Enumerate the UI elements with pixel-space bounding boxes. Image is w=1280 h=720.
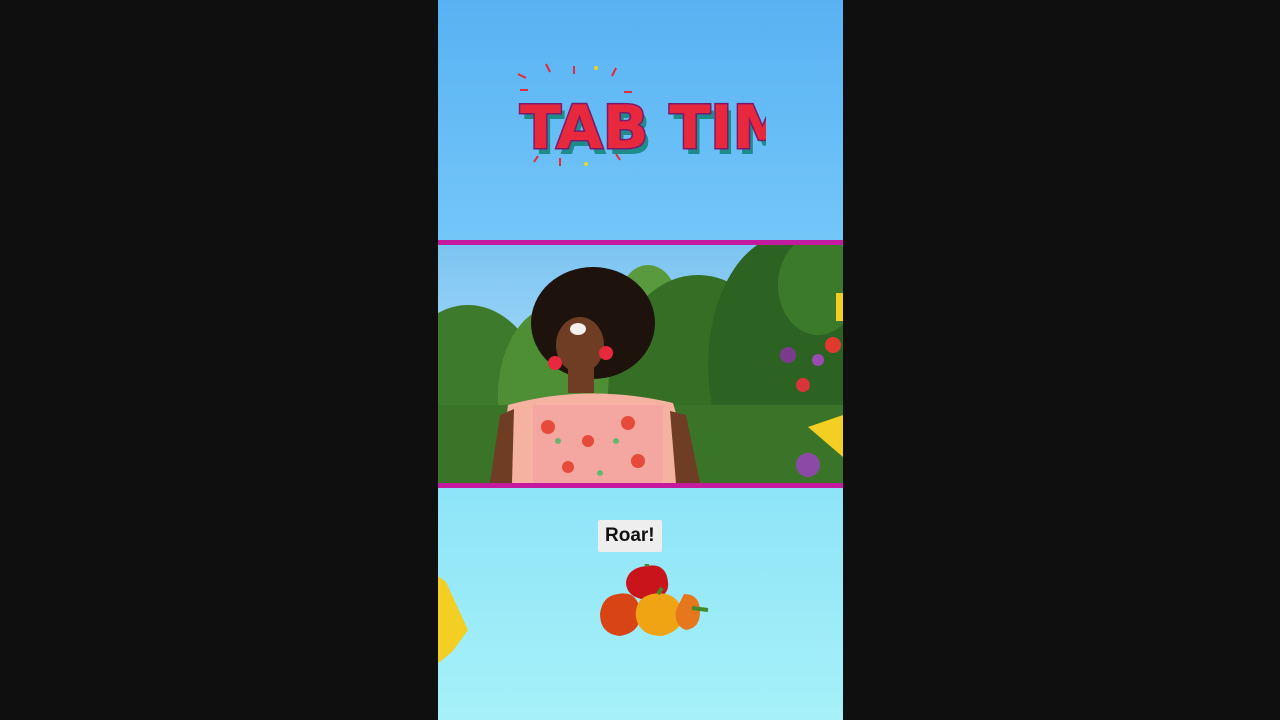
yellow-paper-shape-icon (438, 576, 468, 664)
player-backdrop: TAB TIME TAB TIME (0, 0, 1280, 720)
tab-time-logo: TAB TIME TAB TIME (516, 62, 837, 182)
bell-peppers-icon (600, 564, 709, 636)
video-frame[interactable]: TAB TIME TAB TIME (438, 0, 843, 720)
caption-label: Roar! (598, 520, 662, 552)
logo-title: TAB TIME (520, 93, 766, 163)
title-area: TAB TIME TAB TIME (438, 0, 843, 240)
singer-in-garden-image (438, 245, 843, 483)
scene-band (438, 240, 843, 488)
lower-area: Roar! (438, 488, 843, 720)
logo-artwork: TAB TIME TAB TIME (517, 63, 837, 169)
